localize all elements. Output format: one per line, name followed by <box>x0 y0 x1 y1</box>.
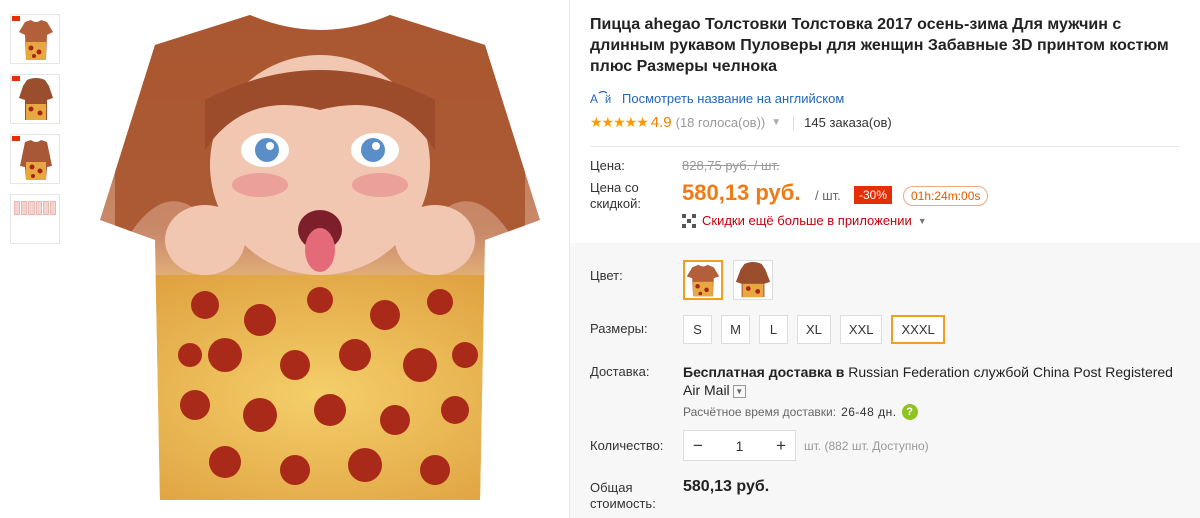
thumbnail-2[interactable] <box>10 74 60 124</box>
eta-label: Расчётное время доставки: <box>683 405 837 419</box>
size-label: Размеры: <box>590 321 648 336</box>
quantity-input[interactable]: 1 <box>712 438 767 454</box>
rating-row: ★★★★★ 4.9 (18 голоса(ов)) ▼ 145 заказа(о… <box>590 114 892 131</box>
price-label: Цена: <box>590 158 625 173</box>
app-discount-link[interactable]: Скидки ещё больше в приложении ▼ <box>682 213 927 228</box>
size-option-xxl[interactable]: XXL <box>839 315 883 344</box>
delivery-estimate: Расчётное время доставки: 26-48 дн. ? <box>683 404 918 420</box>
main-product-image[interactable] <box>95 0 545 518</box>
svg-text:й: й <box>605 94 611 106</box>
size-chart-thumbnail <box>14 201 57 215</box>
free-shipping-text: Бесплатная доставка в <box>683 364 845 380</box>
thumbnail-4[interactable] <box>10 194 60 244</box>
per-unit-label: / шт. <box>815 188 841 203</box>
translate-icon: A й <box>590 90 611 106</box>
product-title: Пицца ahegao Толстовки Толстовка 2017 ос… <box>590 16 1169 75</box>
shipping-info: Бесплатная доставка в Russian Federation… <box>683 363 1193 399</box>
quantity-stepper: − 1 + <box>683 430 796 461</box>
total-price: 580,13 руб. <box>683 478 770 495</box>
quantity-label: Количество: <box>590 438 664 453</box>
qr-code-icon <box>682 213 696 228</box>
sweatshirt-thumbnail-image <box>20 140 52 180</box>
shipping-via: службой <box>973 364 1029 380</box>
size-selector: S M L XL XXL XXXL <box>683 315 945 344</box>
votes-count[interactable]: (18 голоса(ов)) <box>676 115 766 130</box>
thumbnail-1[interactable] <box>10 14 60 64</box>
size-option-s[interactable]: S <box>683 315 712 344</box>
translate-link-row[interactable]: A й Посмотреть название на английском <box>590 90 844 107</box>
eta-days: 26-48 дн. <box>841 405 897 419</box>
increment-button[interactable]: + <box>767 431 795 460</box>
color-label: Цвет: <box>590 268 623 283</box>
shipping-dropdown-icon[interactable]: ▼ <box>732 384 746 398</box>
tshirt-color-swatch <box>686 264 720 297</box>
caret-down-icon: ▼ <box>917 215 927 226</box>
decrement-button[interactable]: − <box>684 431 712 460</box>
app-discount-text: Скидки ещё больше в приложении <box>702 213 912 228</box>
countdown-timer: 01h:24m:00s <box>903 186 989 206</box>
rating-value: 4.9 <box>650 114 672 131</box>
divider <box>590 146 1180 147</box>
discount-badge: -30% <box>854 186 893 204</box>
discount-price-label: Цена со скидкой: <box>590 180 641 211</box>
hoodie-color-swatch <box>735 261 771 298</box>
size-option-m[interactable]: M <box>721 315 750 344</box>
color-option-hoodie[interactable] <box>733 260 773 300</box>
shipping-destination[interactable]: Russian Federation <box>848 364 969 380</box>
quantity-available: шт. (882 шт. Доступно) <box>804 439 929 453</box>
size-option-xl[interactable]: XL <box>797 315 831 344</box>
hoodie-thumbnail-image <box>19 78 53 120</box>
orders-count: 145 заказа(ов) <box>804 115 892 130</box>
translate-link[interactable]: Посмотреть название на английском <box>622 91 844 106</box>
color-option-tshirt[interactable] <box>683 260 723 300</box>
shirt-thumbnail-image <box>19 20 53 60</box>
help-icon[interactable]: ? <box>901 404 918 420</box>
product-details: Пицца ahegao Толстовки Толстовка 2017 ос… <box>570 0 1200 518</box>
thumbnail-3[interactable] <box>10 134 60 184</box>
chevron-down-icon[interactable]: ▼ <box>771 117 781 128</box>
total-label: Общая стоимость: <box>590 480 656 511</box>
discount-price: 580,13 руб. <box>682 180 801 205</box>
size-option-l[interactable]: L <box>759 315 788 344</box>
size-option-xxxl[interactable]: XXXL <box>891 315 945 344</box>
rating-stars-icon: ★★★★★ <box>590 114 649 130</box>
svg-text:A: A <box>590 92 598 106</box>
old-price: 828,75 руб. / шт. <box>682 158 780 173</box>
divider <box>793 115 795 130</box>
shipping-label: Доставка: <box>590 364 650 379</box>
thumbnail-list <box>10 14 60 254</box>
